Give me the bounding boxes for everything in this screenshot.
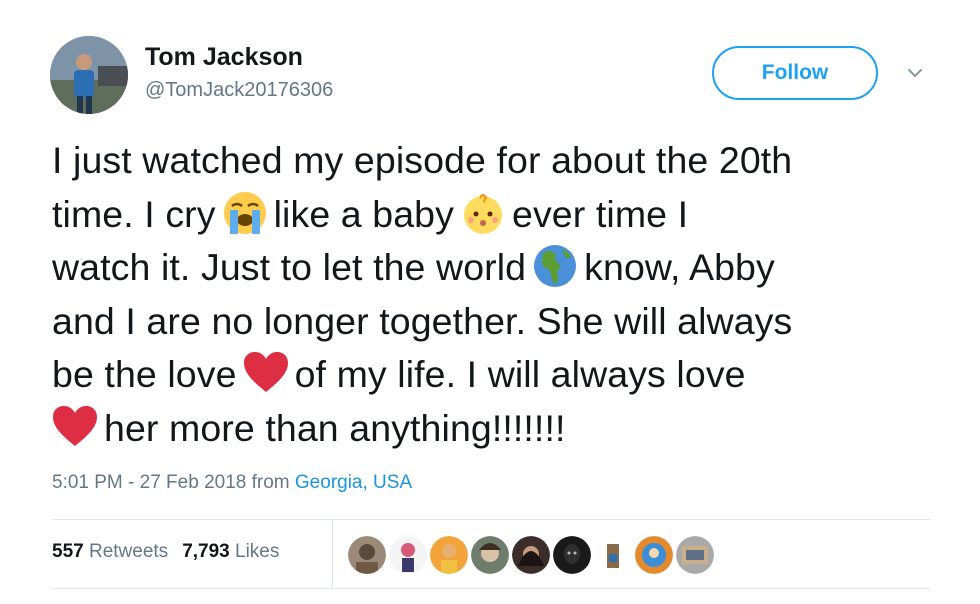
red-heart-emoji-icon xyxy=(243,352,288,392)
author-handle[interactable]: @TomJack20176306 xyxy=(145,79,333,102)
tweet-stats: 557 Retweets 7,793 Likes xyxy=(52,541,279,563)
red-heart-emoji-icon xyxy=(53,405,97,446)
divider xyxy=(52,519,930,520)
liker-avatar-2-icon[interactable] xyxy=(389,536,427,574)
globe-americas-emoji-icon xyxy=(534,245,577,287)
tweet-location-link[interactable]: Georgia, USA xyxy=(295,472,412,493)
liker-avatar-1-icon[interactable] xyxy=(348,536,386,574)
liker-avatars xyxy=(348,536,714,574)
liker-avatar-3-icon[interactable] xyxy=(430,536,468,574)
liker-avatar-5-icon[interactable] xyxy=(512,536,550,574)
liker-avatar-9-icon[interactable] xyxy=(676,536,714,574)
tweet-line: I just watched my episode for about the … xyxy=(52,139,793,181)
tweet-line: watch it. Just to let the world know, Ab… xyxy=(52,241,952,295)
divider xyxy=(52,588,930,589)
author-avatar[interactable] xyxy=(50,36,128,114)
author-display-name[interactable]: Tom Jackson xyxy=(145,43,303,72)
chevron-down-icon[interactable] xyxy=(904,62,926,84)
user-avatar-icon xyxy=(50,36,128,114)
tweet-line: time. I cry like a baby ever time I xyxy=(52,188,952,242)
liker-avatar-6-icon[interactable] xyxy=(553,536,591,574)
tweet-line: and I are no longer together. She will a… xyxy=(52,299,793,342)
retweets-stat[interactable]: 557 Retweets xyxy=(52,541,168,562)
liker-avatar-7-icon[interactable] xyxy=(594,536,632,574)
baby-face-emoji-icon xyxy=(464,193,502,234)
loudly-crying-face-emoji-icon xyxy=(223,191,266,234)
liker-avatar-8-icon[interactable] xyxy=(635,536,673,574)
liker-avatar-4-icon[interactable] xyxy=(471,536,509,574)
follow-button[interactable]: Follow xyxy=(712,46,878,100)
divider xyxy=(332,519,333,588)
tweet-timestamp[interactable]: 5:01 PM - 27 Feb 2018 from xyxy=(52,472,290,493)
tweet-text: I just watched my episode for about the … xyxy=(52,134,952,455)
tweet-meta: 5:01 PM - 27 Feb 2018 from Georgia, USA xyxy=(52,472,412,494)
likes-stat[interactable]: 7,793 Likes xyxy=(182,541,279,562)
tweet-line: be the love of my life. I will always lo… xyxy=(52,348,952,402)
tweet-line: her more than anything!!!!!!! xyxy=(52,402,952,456)
